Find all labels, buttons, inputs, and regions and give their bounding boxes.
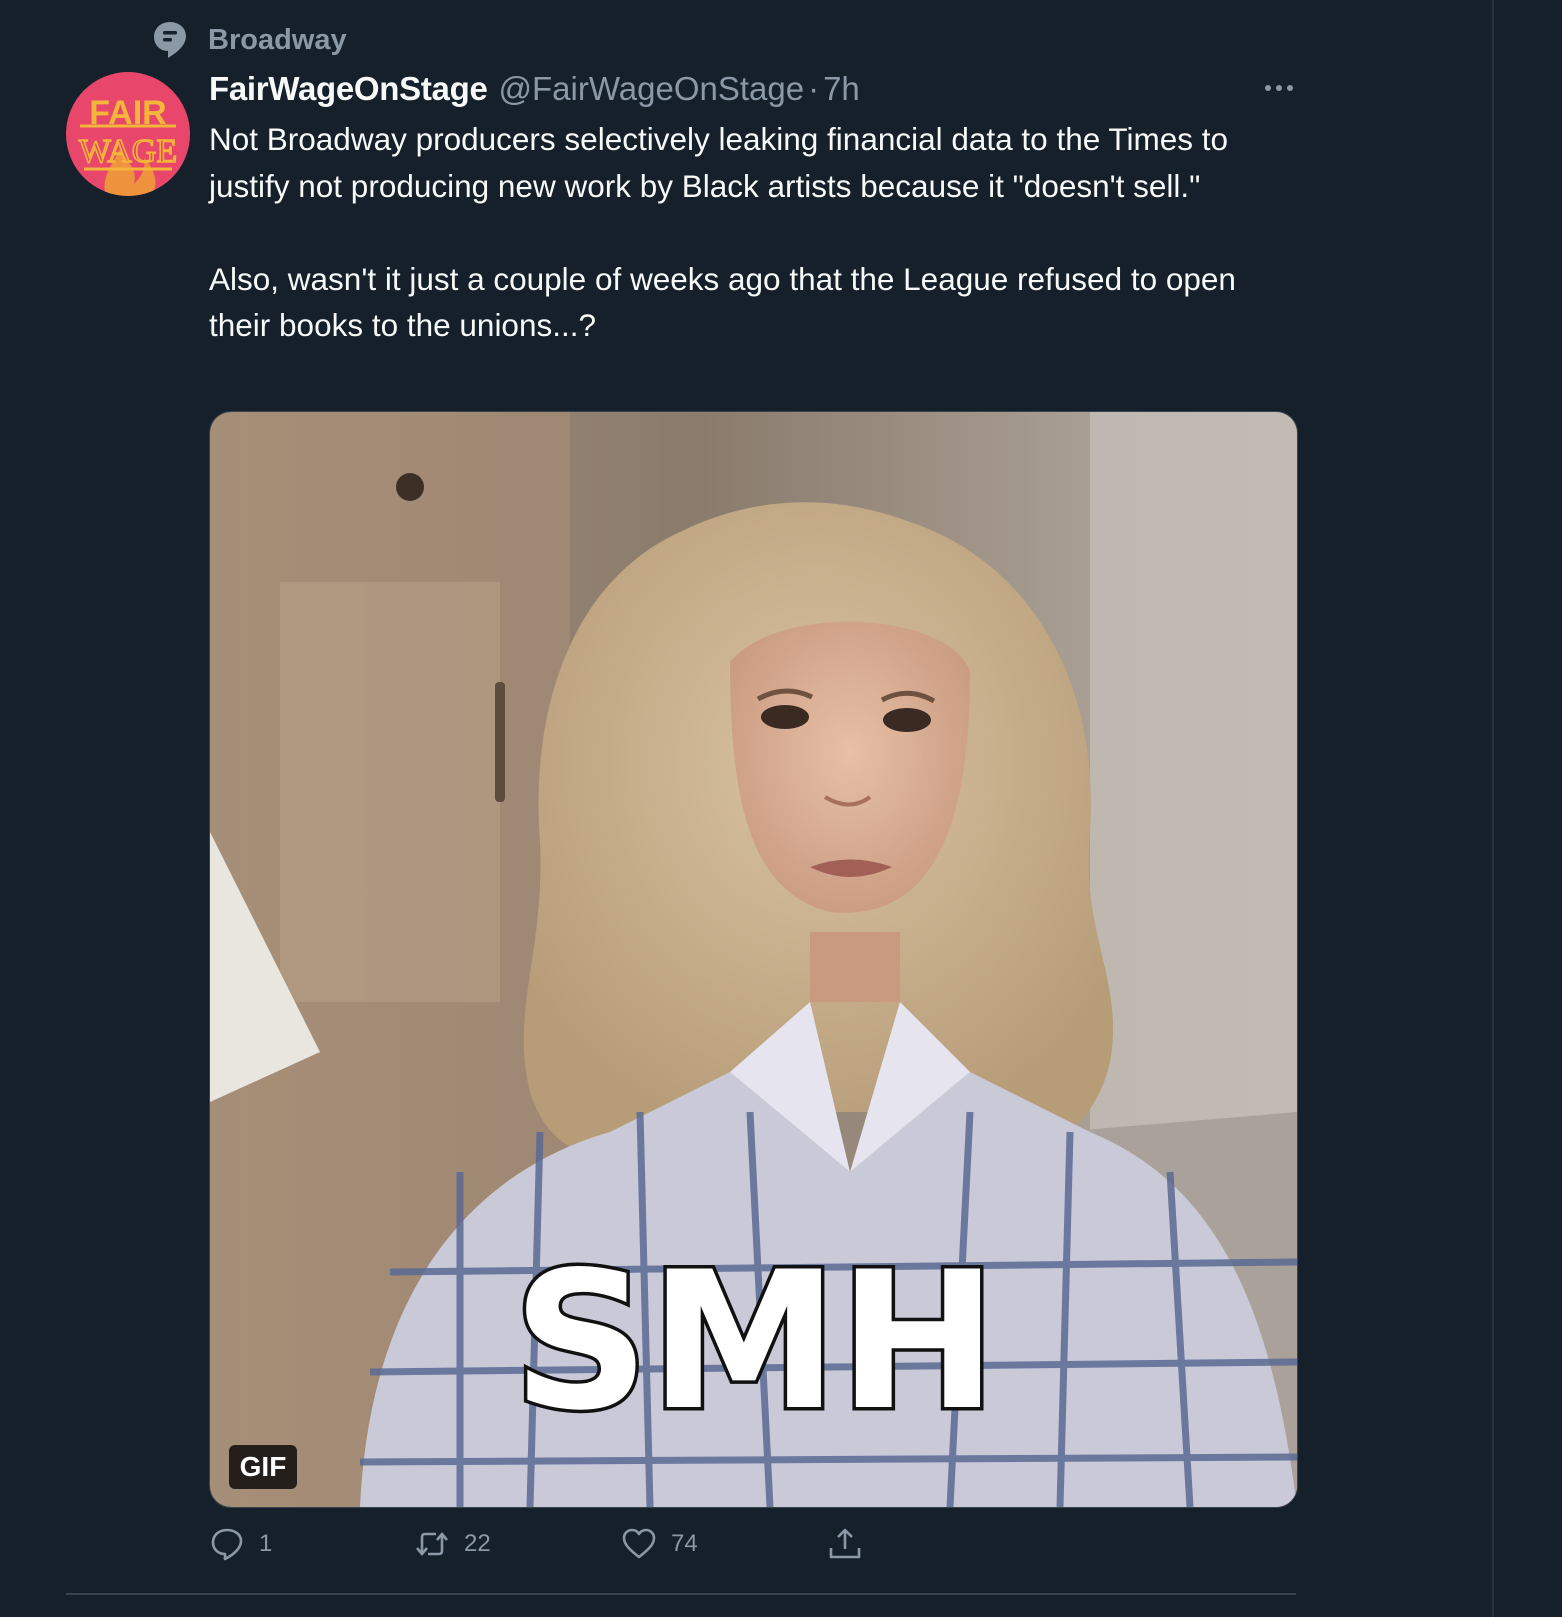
tweet-media-gif[interactable]: SMH GIF [209,411,1298,1508]
gif-badge: GIF [229,1445,297,1489]
topic-label[interactable]: Broadway [208,24,347,57]
tweet-actions: 1 22 74 [209,1524,909,1564]
share-icon [829,1528,861,1559]
timestamp[interactable]: 7h [823,70,860,108]
author-name[interactable]: FairWageOnStage [209,70,488,108]
avatar-text-wage: WAGE [79,133,177,170]
column-border [1492,0,1494,1617]
topic-bubble-icon [154,22,186,58]
heart-icon [622,1528,656,1559]
author-handle[interactable]: @FairWageOnStage [499,70,805,108]
reply-count: 1 [259,1530,273,1557]
retweet-icon [416,1531,448,1557]
like-button[interactable]: 74 [621,1524,698,1564]
avatar[interactable]: FAIR WAGE [66,72,190,196]
tweet-text: Not Broadway producers selectively leaki… [209,121,1236,343]
topic-context[interactable]: Broadway [152,18,347,62]
tweet-divider [66,1593,1296,1595]
tweet-header: FairWageOnStage @FairWageOnStage · 7h [209,66,1299,112]
share-button[interactable] [827,1524,863,1564]
gif-caption-text: SMH [513,1231,998,1452]
more-options-icon[interactable] [1263,72,1295,104]
retweet-button[interactable]: 22 [414,1524,491,1564]
reply-button[interactable]: 1 [209,1524,272,1564]
like-count: 74 [671,1530,698,1557]
retweet-count: 22 [464,1530,491,1557]
separator-dot: · [808,70,820,107]
avatar-text-fair: FAIR [89,94,166,132]
reply-icon [211,1528,243,1561]
gif-frame-illustration: SMH [210,412,1297,1507]
